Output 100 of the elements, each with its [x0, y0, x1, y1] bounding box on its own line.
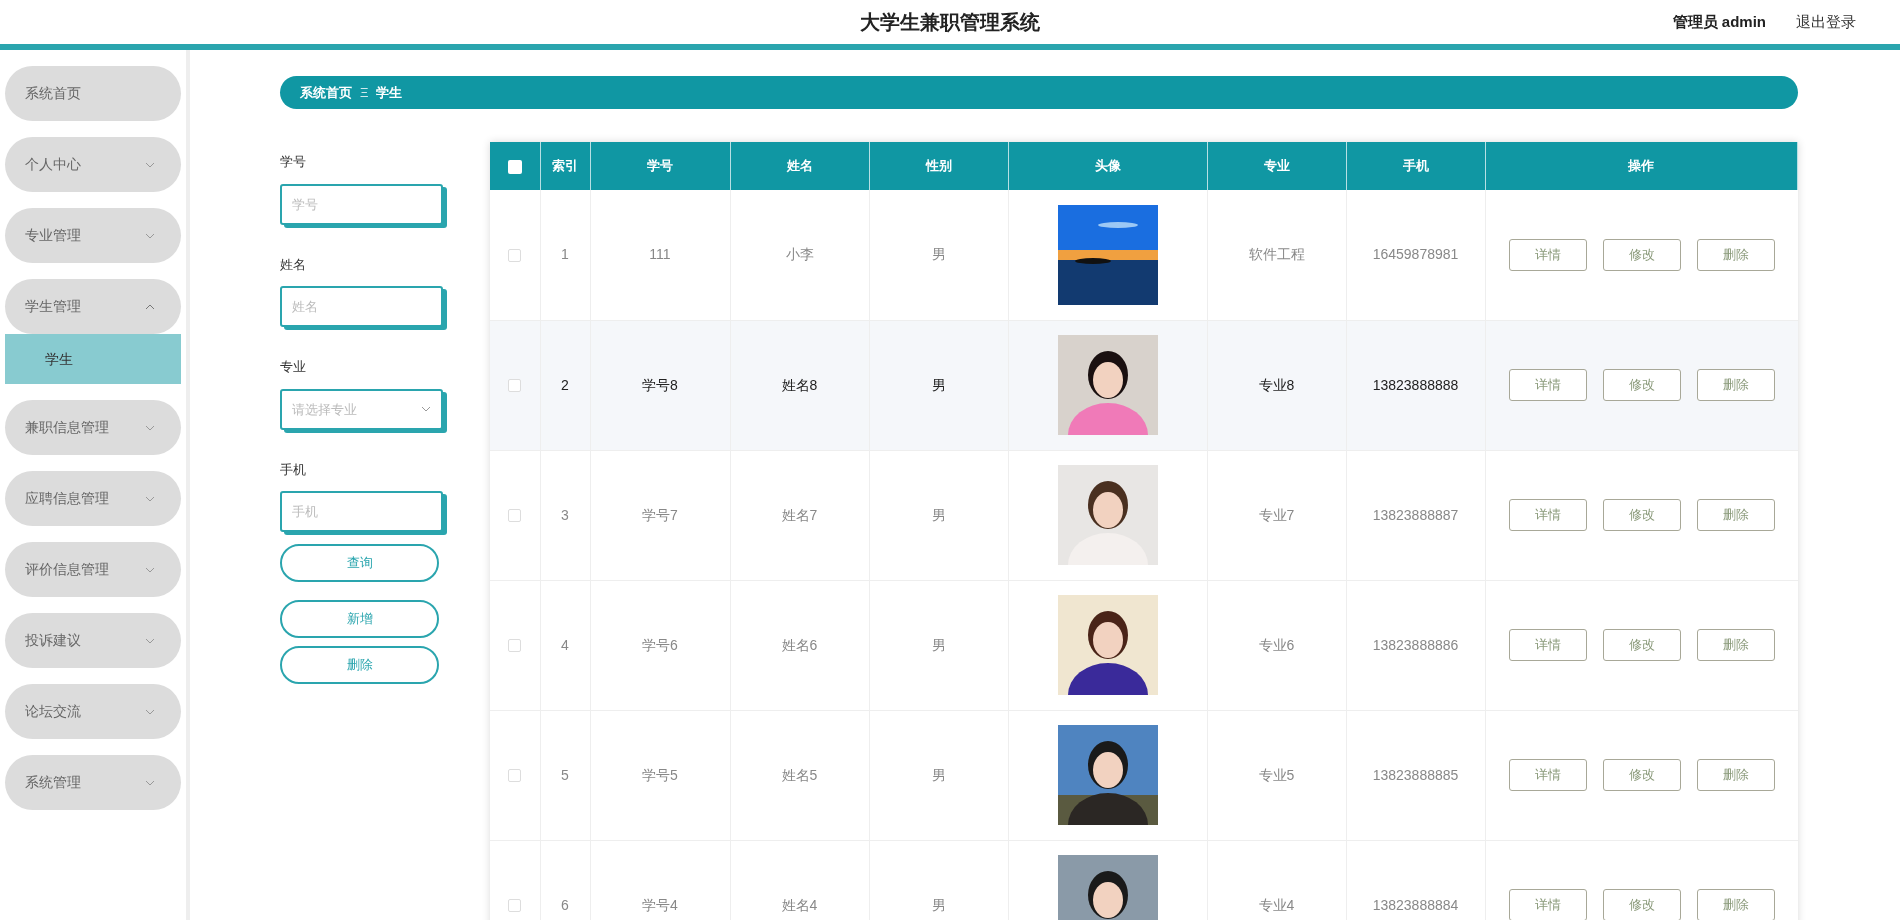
action-button[interactable]: 详情	[1508, 889, 1587, 920]
select-all-checkbox[interactable]	[507, 159, 522, 174]
form-button[interactable]: 删除	[280, 646, 439, 684]
action-button[interactable]: 修改	[1602, 889, 1681, 920]
field-label: 专业	[280, 358, 306, 376]
table-cell: 男	[931, 506, 946, 523]
table-cell: 111	[649, 246, 671, 263]
table-cell: 16459878981	[1372, 246, 1459, 263]
table-cell: 姓名5	[781, 766, 818, 783]
table-cell: 专业8	[1258, 376, 1295, 393]
sidebar-item[interactable]: 论坛交流	[5, 684, 181, 739]
checkbox[interactable]	[508, 769, 522, 783]
table-cell: 6	[561, 896, 569, 913]
action-button[interactable]: 删除	[1696, 759, 1775, 791]
sidebar-item[interactable]: 个人中心	[5, 137, 181, 192]
form-button[interactable]: 查询	[280, 544, 439, 582]
column-header: 专业	[1263, 158, 1290, 174]
table-cell: 1	[561, 246, 569, 263]
breadcrumb-link[interactable]: 学生	[376, 82, 403, 103]
checkbox[interactable]	[508, 379, 522, 393]
table-cell: 姓名6	[781, 636, 818, 653]
sidebar-item[interactable]: 系统首页	[5, 66, 181, 121]
table-cell: 学号8	[642, 376, 678, 393]
logout-link[interactable]: 退出登录	[1796, 10, 1856, 34]
table-cell: 3	[561, 506, 569, 523]
checkbox[interactable]	[508, 249, 522, 263]
app-title: 大学生兼职管理系统	[860, 10, 1040, 35]
table-row[interactable]: 6 学号4 姓名4 男 专业4 13823888884 详情 修改 删除	[490, 840, 1798, 920]
table-cell: 学号5	[642, 766, 678, 783]
table-cell: 小李	[785, 246, 814, 263]
form-button[interactable]: 新增	[280, 600, 439, 638]
table-cell: 专业5	[1258, 766, 1295, 783]
checkbox[interactable]	[508, 639, 522, 653]
table-row[interactable]: 3 学号7 姓名7 男 专业7 13823888887 详情 修改 删除	[490, 450, 1798, 580]
table-cell: 专业4	[1258, 896, 1295, 913]
breadcrumb-separator: Ξ	[360, 83, 369, 102]
table-cell: 专业7	[1258, 506, 1295, 523]
action-button[interactable]: 修改	[1602, 238, 1681, 271]
sidebar-item[interactable]: 兼职信息管理	[5, 400, 181, 455]
table-row[interactable]: 5 学号5 姓名5 男 专业5 13823888885 详情 修改 删除	[490, 710, 1798, 840]
table-cell: 学号4	[642, 896, 678, 913]
table-cell: 男	[931, 246, 946, 263]
action-button[interactable]: 详情	[1508, 759, 1587, 791]
sidebar-subitem[interactable]: 学生	[5, 334, 181, 384]
table-cell: 姓名7	[781, 506, 818, 523]
column-header: 操作	[1628, 158, 1655, 174]
sidebar-item[interactable]: 学生管理	[5, 279, 181, 334]
sidebar-item[interactable]: 投诉建议	[5, 613, 181, 668]
input-field[interactable]: 姓名	[280, 286, 443, 327]
field-label: 手机	[280, 460, 306, 479]
table-cell: 男	[931, 896, 946, 913]
table-cell: 学号7	[642, 506, 678, 523]
breadcrumb-link[interactable]: 系统首页	[300, 82, 352, 103]
action-button[interactable]: 删除	[1696, 369, 1775, 401]
table-cell: 4	[561, 636, 569, 653]
sidebar-item[interactable]: 系统管理	[5, 755, 181, 810]
action-button[interactable]: 修改	[1602, 499, 1681, 531]
input-field[interactable]: 手机	[280, 491, 443, 532]
table-cell: 2	[561, 376, 569, 393]
table-cell: 13823888888	[1372, 376, 1459, 393]
column-header: 性别	[925, 158, 952, 174]
checkbox[interactable]	[508, 509, 522, 523]
column-header: 手机	[1402, 158, 1429, 174]
table-cell: 男	[931, 376, 946, 393]
action-button[interactable]: 修改	[1602, 629, 1681, 661]
checkbox[interactable]	[508, 899, 522, 913]
column-header: 索引	[552, 158, 578, 174]
select-field[interactable]: 请选择专业	[280, 388, 443, 430]
action-button[interactable]: 删除	[1696, 499, 1775, 531]
table-cell: 专业6	[1258, 636, 1295, 653]
action-button[interactable]: 删除	[1696, 629, 1775, 661]
table-cell: 姓名8	[781, 376, 818, 393]
table-cell: 男	[931, 766, 946, 783]
table-cell: 13823888886	[1372, 636, 1459, 653]
table-cell: 软件工程	[1248, 246, 1305, 263]
field-label: 姓名	[280, 255, 306, 274]
table-row[interactable]: 1 111 小李 男 软件工程 16459878981 详情 修改 删除	[490, 190, 1798, 320]
table-cell: 5	[561, 766, 569, 783]
action-button[interactable]: 详情	[1508, 629, 1587, 661]
sidebar-item[interactable]: 应聘信息管理	[5, 471, 181, 526]
action-button[interactable]: 删除	[1696, 238, 1775, 271]
field-label: 学号	[280, 153, 306, 171]
input-field[interactable]: 学号	[280, 183, 443, 225]
action-button[interactable]: 详情	[1508, 369, 1587, 401]
action-button[interactable]: 修改	[1602, 759, 1681, 791]
chevron-icon	[421, 405, 431, 412]
table-cell: 男	[931, 636, 946, 653]
table-cell: 姓名4	[781, 896, 818, 913]
action-button[interactable]: 详情	[1508, 238, 1587, 271]
sidebar-item[interactable]: 评价信息管理	[5, 542, 181, 597]
action-button[interactable]: 删除	[1696, 889, 1775, 920]
table-row[interactable]: 4 学号6 姓名6 男 专业6 13823888886 详情 修改 删除	[490, 580, 1798, 710]
table-cell: 13823888887	[1372, 506, 1459, 523]
table-row[interactable]: 2 学号8 姓名8 男 专业8 13823888888 详情 修改 删除	[490, 320, 1798, 450]
column-header: 姓名	[786, 158, 813, 174]
column-header: 学号	[647, 158, 673, 174]
action-button[interactable]: 修改	[1602, 369, 1681, 401]
column-header: 头像	[1094, 158, 1121, 174]
sidebar-item[interactable]: 专业管理	[5, 208, 181, 263]
action-button[interactable]: 详情	[1508, 499, 1587, 531]
